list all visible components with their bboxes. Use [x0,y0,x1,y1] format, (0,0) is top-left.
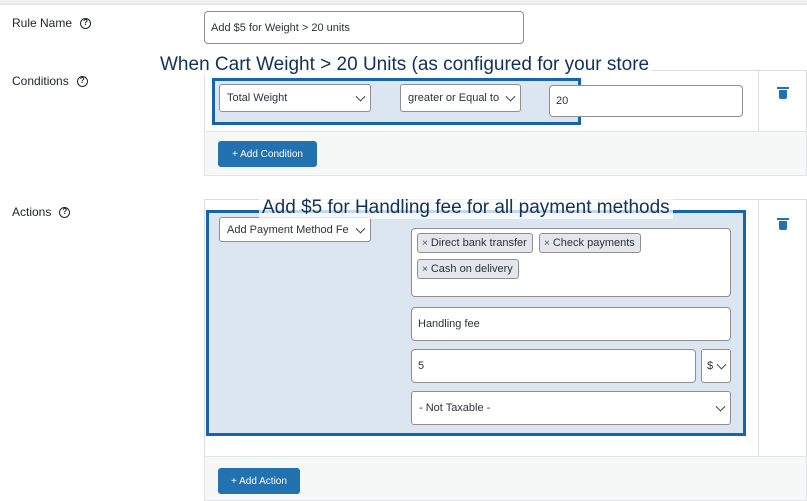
payment-method-tag[interactable]: × Direct bank transfer [417,233,533,253]
chevron-down-icon [355,91,366,102]
help-icon[interactable]: ? [76,75,88,87]
add-condition-button[interactable]: + Add Condition [218,141,317,167]
conditions-label: Conditions [12,74,69,88]
close-icon[interactable]: × [544,238,550,249]
condition-field-value: Total Weight [227,92,288,104]
chevron-down-icon [716,359,727,370]
help-icon[interactable]: ? [80,17,92,29]
top-divider [0,0,807,5]
fee-amount-input[interactable]: 5 [411,349,696,383]
conditions-label-row: Conditions ? [12,74,88,88]
currency-value: $ [707,360,714,372]
trash-icon[interactable] [777,87,789,99]
rule-name-input[interactable]: Add $5 for Weight > 20 units [204,11,524,44]
actions-annotation: Add $5 for Handling fee for all payment … [259,197,673,219]
help-icon[interactable]: ? [59,206,71,218]
actions-label-row: Actions ? [12,205,71,219]
payment-method-label: Direct bank transfer [430,237,527,249]
actions-label: Actions [12,205,52,219]
payment-method-tag[interactable]: × Check payments [539,233,641,253]
chevron-down-icon [355,223,366,234]
payment-method-label: Cash on delivery [430,263,513,275]
tax-select[interactable]: - Not Taxable - [411,391,731,425]
action-type-value: Add Payment Method Fe [227,223,349,236]
chevron-down-icon [505,91,516,102]
rule-name-value: Add $5 for Weight > 20 units [211,21,350,34]
trash-icon[interactable] [777,218,789,230]
add-action-button[interactable]: + Add Action [218,468,300,494]
fee-label-input[interactable]: Handling fee [411,307,731,341]
fee-label-value: Handling fee [418,318,480,330]
action-type-select[interactable]: Add Payment Method Fe [219,217,371,242]
payment-method-label: Check payments [552,237,635,249]
condition-operator-value: greater or Equal to [408,92,500,104]
close-icon[interactable]: × [422,264,428,275]
tax-value: - Not Taxable - [419,402,491,414]
condition-value: 20 [556,95,569,107]
chevron-down-icon [715,401,726,412]
conditions-annotation: When Cart Weight > 20 Units (as configur… [157,54,653,76]
rule-name-label: Rule Name [12,16,73,30]
rule-name-label-row: Rule Name ? [12,16,92,30]
close-icon[interactable]: × [422,238,428,249]
fee-amount-value: 5 [418,360,425,372]
actions-delete-cell [758,199,807,457]
conditions-delete-cell [758,70,807,132]
condition-value-input[interactable]: 20 [549,85,743,117]
currency-select[interactable]: $ [701,349,731,383]
condition-operator-select[interactable]: greater or Equal to [400,84,521,112]
payment-method-tag[interactable]: × Cash on delivery [417,259,519,279]
condition-field-select[interactable]: Total Weight [219,84,371,112]
